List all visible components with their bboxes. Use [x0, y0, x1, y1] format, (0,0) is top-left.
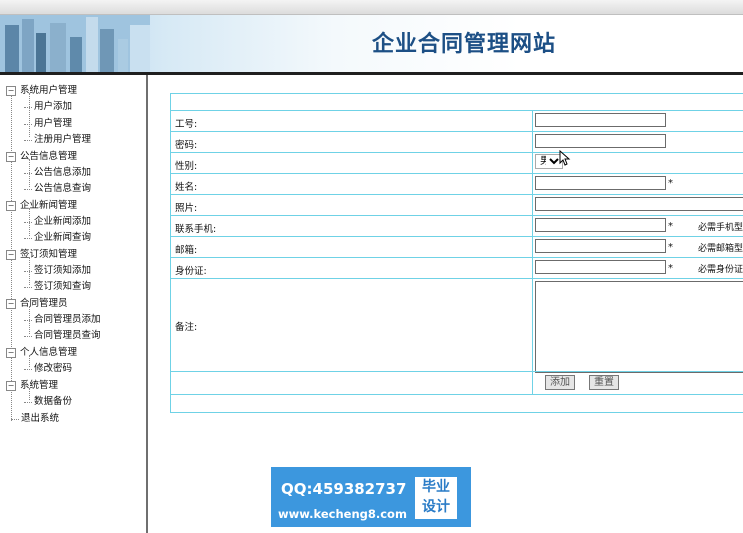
tree-branch-icon: [24, 394, 32, 403]
label-idcard: 身份证:: [175, 266, 207, 277]
reset-button[interactable]: 重置: [589, 375, 619, 390]
add-button[interactable]: 添加: [545, 375, 575, 390]
tree-branch-icon: [24, 263, 32, 272]
label-password: 密码:: [175, 140, 198, 151]
required-mark: *: [668, 178, 673, 189]
label-phone: 联系手机:: [175, 224, 217, 235]
collapse-icon[interactable]: −: [6, 298, 16, 309]
label-gender: 性别:: [175, 161, 198, 172]
sidebar-group-contract-admin[interactable]: − 合同管理员: [6, 296, 68, 312]
sidebar-item-contract-admin-query[interactable]: 合同管理员查询: [24, 328, 101, 344]
label-name: 姓名:: [175, 182, 198, 193]
sidebar-group-notice[interactable]: − 公告信息管理: [6, 149, 77, 165]
collapse-icon[interactable]: −: [6, 347, 16, 358]
sidebar-item-news-add[interactable]: 企业新闻添加: [24, 214, 91, 230]
watermark-badge-line2: 设计: [422, 499, 450, 515]
form-row-photo: 照片:: [171, 194, 743, 214]
watermark-badge-line1: 毕业: [422, 479, 450, 495]
tree-branch-icon: [24, 116, 32, 125]
form-row-password: 密码:: [171, 131, 743, 151]
form-row-phone: 联系手机:: [171, 215, 743, 235]
required-mark: *: [668, 242, 673, 253]
collapse-icon[interactable]: −: [6, 151, 16, 162]
city-skyline-image: [0, 15, 150, 72]
sidebar-item-change-password[interactable]: 修改密码: [24, 361, 72, 377]
tree-branch-icon: [24, 99, 32, 108]
id-input[interactable]: [535, 113, 666, 127]
tree-branch-icon: [11, 411, 19, 420]
form-row-actions: [171, 371, 743, 372]
required-mark: *: [668, 263, 673, 274]
phone-input[interactable]: [535, 218, 666, 232]
watermark-banner: QQ:459382737 www.kecheng8.com 毕业 设计: [271, 467, 471, 527]
form-row-email: 邮箱:: [171, 236, 743, 256]
form-row-remark: 备注:: [171, 278, 743, 333]
sidebar-item-news-query[interactable]: 企业新闻查询: [24, 230, 91, 246]
tree-branch-icon: [24, 312, 32, 321]
form-row-name: 姓名:: [171, 173, 743, 193]
sidebar-group-news[interactable]: − 企业新闻管理: [6, 198, 77, 214]
form-row-idcard: 身份证:: [171, 257, 743, 277]
sidebar-group-signing[interactable]: − 签订须知管理: [6, 247, 77, 263]
password-input[interactable]: [535, 134, 666, 148]
sidebar-item-data-backup[interactable]: 数据备份: [24, 394, 72, 410]
label-remark: 备注:: [175, 322, 198, 333]
collapse-icon[interactable]: −: [6, 85, 16, 96]
browser-top-strip: [0, 0, 743, 15]
watermark-url: www.kecheng8.com: [278, 507, 407, 521]
sidebar-item-registered-users[interactable]: 注册用户管理: [24, 132, 91, 148]
user-add-form: 工号: 密码: 性别: 男 姓名: * 照片: 联系手机: * 必需手机型 邮箱…: [170, 93, 743, 413]
watermark-badge: 毕业 设计: [415, 477, 457, 519]
tree-branch-icon: [24, 361, 32, 370]
tree-branch-icon: [24, 181, 32, 190]
sidebar-item-logout[interactable]: 退出系统: [6, 411, 59, 427]
sidebar-item-user-add[interactable]: 用户添加: [24, 99, 72, 115]
sidebar-item-signing-query[interactable]: 签订须知查询: [24, 279, 91, 295]
label-photo: 照片:: [175, 203, 198, 214]
remark-textarea[interactable]: [535, 281, 743, 373]
tree-branch-icon: [24, 165, 32, 174]
tree-branch-icon: [24, 328, 32, 337]
sidebar-group-personal[interactable]: − 个人信息管理: [6, 345, 77, 361]
phone-hint: 必需手机型: [698, 223, 743, 233]
tree-branch-icon: [24, 279, 32, 288]
photo-input[interactable]: [535, 197, 743, 211]
collapse-icon[interactable]: −: [6, 249, 16, 260]
name-input[interactable]: [535, 176, 666, 190]
email-hint: 必需邮箱型: [698, 244, 743, 254]
form-row-footer: [171, 394, 743, 395]
sidebar-item-notice-add[interactable]: 公告信息添加: [24, 165, 91, 181]
collapse-icon[interactable]: −: [6, 380, 16, 391]
sidebar-item-notice-query[interactable]: 公告信息查询: [24, 181, 91, 197]
form-column-divider: [532, 111, 533, 394]
idcard-input[interactable]: [535, 260, 666, 274]
sidebar-nav: − 系统用户管理 用户添加 用户管理 注册用户管理 − 公告信息管理 公告信息添加 …: [0, 75, 148, 533]
sidebar-item-contract-admin-add[interactable]: 合同管理员添加: [24, 312, 101, 328]
label-id: 工号:: [175, 119, 198, 130]
idcard-hint: 必需身份证: [698, 265, 743, 275]
label-email: 邮箱:: [175, 245, 198, 256]
tree-branch-icon: [24, 230, 32, 239]
form-row-id: 工号:: [171, 110, 743, 130]
sidebar-group-system[interactable]: − 系统管理: [6, 378, 58, 394]
tree-branch-icon: [24, 214, 32, 223]
sidebar-group-system-users[interactable]: − 系统用户管理: [6, 83, 77, 99]
site-title: 企业合同管理网站: [372, 32, 557, 57]
watermark-qq: QQ:459382737: [281, 480, 407, 498]
sidebar-item-signing-add[interactable]: 签订须知添加: [24, 263, 91, 279]
tree-branch-icon: [24, 132, 32, 141]
email-input[interactable]: [535, 239, 666, 253]
collapse-icon[interactable]: −: [6, 200, 16, 211]
required-mark: *: [668, 221, 673, 232]
form-row-gender: 性别:: [171, 152, 743, 172]
sidebar-item-user-manage[interactable]: 用户管理: [24, 116, 72, 132]
mouse-cursor-icon: [559, 150, 571, 166]
